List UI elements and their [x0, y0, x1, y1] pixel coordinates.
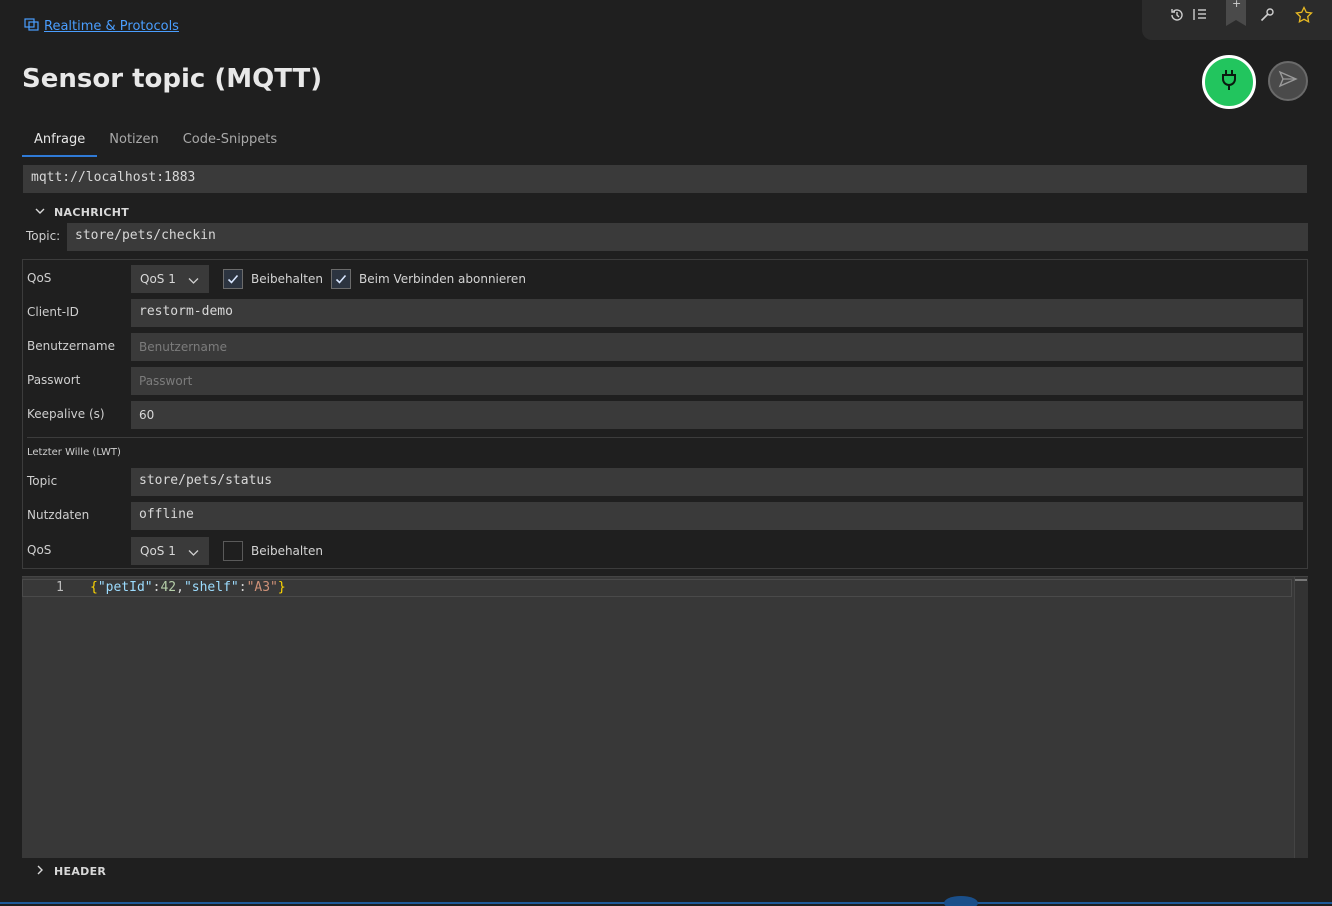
qos-value: QoS 1: [140, 272, 176, 286]
token-comma: ,: [176, 580, 184, 595]
connect-button[interactable]: [1202, 55, 1256, 109]
token-key: "shelf": [183, 580, 239, 595]
top-toolbar: +: [1142, 0, 1332, 40]
chevron-down-icon: [188, 274, 199, 288]
plug-icon: [1218, 68, 1240, 96]
message-section-toggle[interactable]: NACHRICHT: [34, 205, 129, 220]
url-input[interactable]: mqtt://localhost:1883: [23, 165, 1307, 193]
lwt-section-title: Letzter Wille (LWT): [27, 447, 121, 458]
tab-notizen[interactable]: Notizen: [97, 130, 170, 157]
username-label: Benutzername: [27, 339, 115, 353]
lwt-payload-input[interactable]: offline: [131, 502, 1303, 530]
lwt-qos-row: QoS QoS 1 Beibehalten: [23, 537, 1307, 565]
lwt-qos-select[interactable]: QoS 1: [131, 537, 209, 565]
keepalive-row: Keepalive (s) 60: [23, 401, 1307, 429]
checkmark-icon: [331, 269, 351, 289]
lwt-retain-label: Beibehalten: [251, 544, 323, 558]
bottom-indicator: [944, 896, 978, 906]
token-number: 42: [160, 580, 177, 595]
token-brace: }: [277, 580, 286, 595]
bookmark-plus: +: [1232, 0, 1242, 10]
payload-editor[interactable]: 1 {"petId":42,"shelf":"A3"}: [22, 576, 1308, 858]
qos-select[interactable]: QoS 1: [131, 265, 209, 293]
qos-label: QoS: [27, 271, 52, 285]
lwt-qos-label: QoS: [27, 543, 52, 557]
lwt-retain-checkbox[interactable]: Beibehalten: [223, 541, 323, 561]
chevron-down-icon: [188, 546, 199, 560]
topic-input[interactable]: store/pets/checkin: [67, 223, 1308, 251]
send-button[interactable]: [1268, 61, 1308, 101]
list-icon[interactable]: [1189, 4, 1211, 26]
client-id-label: Client-ID: [27, 305, 79, 319]
token-key: "petId": [97, 580, 153, 595]
topic-row: Topic: store/pets/checkin: [26, 223, 1308, 251]
scrollbar-thumb[interactable]: [1295, 579, 1307, 581]
chevron-right-icon: [34, 864, 46, 879]
username-row: Benutzername Benutzername: [23, 333, 1307, 361]
mqtt-settings: QoS QoS 1 Beibehalten Beim Verbinden abo…: [22, 259, 1308, 569]
request-tabs: Anfrage Notizen Code-Snippets: [22, 130, 289, 157]
retain-checkbox[interactable]: Beibehalten: [223, 269, 323, 289]
breadcrumb-link[interactable]: Realtime & Protocols: [44, 19, 179, 34]
folder-network-icon: [24, 17, 40, 35]
lwt-qos-value: QoS 1: [140, 544, 176, 558]
subscribe-label: Beim Verbinden abonnieren: [359, 272, 526, 286]
lwt-topic-label: Topic: [27, 474, 58, 488]
tab-code-snippets[interactable]: Code-Snippets: [171, 130, 289, 157]
tab-anfrage[interactable]: Anfrage: [22, 130, 98, 157]
topic-label: Topic:: [26, 229, 61, 243]
password-label: Passwort: [27, 373, 81, 387]
code-line[interactable]: {"petId":42,"shelf":"A3"}: [90, 580, 286, 595]
keepalive-input[interactable]: 60: [131, 401, 1303, 429]
qos-row: QoS QoS 1 Beibehalten Beim Verbinden abo…: [23, 265, 1307, 293]
status-line: [0, 902, 1332, 904]
client-id-row: Client-ID restorm-demo: [23, 299, 1307, 327]
history-icon[interactable]: [1166, 4, 1188, 26]
lwt-payload-row: Nutzdaten offline: [23, 502, 1307, 530]
client-id-input[interactable]: restorm-demo: [131, 299, 1303, 327]
token-string: "A3": [246, 580, 278, 595]
lwt-topic-row: Topic store/pets/status: [23, 468, 1307, 496]
retain-label: Beibehalten: [251, 272, 323, 286]
send-icon: [1278, 69, 1298, 93]
password-row: Passwort Passwort: [23, 367, 1307, 395]
token-brace: {: [90, 580, 98, 595]
lwt-payload-label: Nutzdaten: [27, 508, 90, 522]
keepalive-label: Keepalive (s): [27, 407, 105, 421]
chevron-down-icon: [34, 205, 46, 220]
header-section-toggle[interactable]: HEADER: [34, 864, 106, 879]
subscribe-on-connect-checkbox[interactable]: Beim Verbinden abonnieren: [331, 269, 526, 289]
message-section-title: NACHRICHT: [54, 206, 130, 219]
username-input[interactable]: Benutzername: [131, 333, 1303, 361]
star-icon[interactable]: [1293, 4, 1315, 26]
divider: [27, 437, 1303, 438]
breadcrumb: Realtime & Protocols: [24, 17, 179, 35]
editor-scrollbar[interactable]: [1294, 577, 1308, 858]
password-input[interactable]: Passwort: [131, 367, 1303, 395]
header-section-title: HEADER: [54, 865, 107, 878]
lwt-topic-input[interactable]: store/pets/status: [131, 468, 1303, 496]
bookmark-icon[interactable]: +: [1226, 0, 1246, 26]
line-number: 1: [56, 580, 64, 595]
token-colon: :: [238, 580, 247, 595]
page-title: Sensor topic (MQTT): [22, 64, 323, 94]
checkmark-icon: [223, 269, 243, 289]
checkbox-empty-icon: [223, 541, 243, 561]
wrench-icon[interactable]: [1256, 4, 1278, 26]
